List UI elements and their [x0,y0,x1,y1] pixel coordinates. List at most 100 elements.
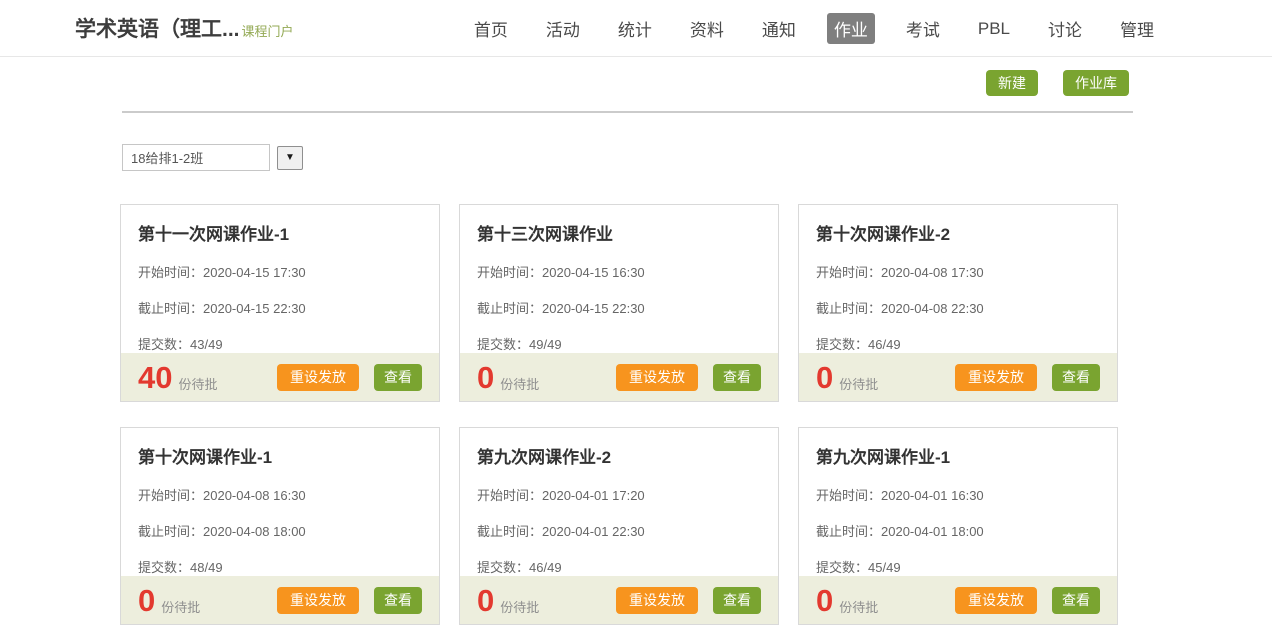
assignment-title: 第九次网课作业-2 [477,448,612,467]
submissions-value: 49/49 [529,337,562,352]
assignment-start-time: 开始时间：2020-04-15 17:30 [138,262,422,281]
pending-count: 0 [477,359,495,395]
assignment-card-body: 第十一次网课作业-1 开始时间：2020-04-15 17:30 截止时间：20… [121,205,439,353]
start-time-value: 2020-04-15 16:30 [542,265,645,280]
submissions-value: 43/49 [190,337,223,352]
assignment-end-time: 截止时间：2020-04-15 22:30 [138,298,422,317]
card-actions: 重设发放 查看 [277,363,422,391]
toolbar: 新建 作业库 [0,70,1272,96]
reset-distribute-button[interactable]: 重设发放 [616,586,698,614]
submissions-value: 46/49 [529,560,562,575]
submissions-label: 提交数： [138,337,191,352]
assignment-card-body: 第十次网课作业-1 开始时间：2020-04-08 16:30 截止时间：202… [121,428,439,576]
reset-distribute-button[interactable]: 重设发放 [955,363,1037,391]
assignment-card-body: 第十三次网课作业 开始时间：2020-04-15 16:30 截止时间：2020… [460,205,778,353]
assignment-end-time: 截止时间：2020-04-01 22:30 [477,521,761,540]
assignment-start-time: 开始时间：2020-04-15 16:30 [477,262,761,281]
assignment-card-footer: 0 份待批 重设发放 查看 [460,576,778,624]
class-select[interactable]: 18给排1-2班 [122,144,270,171]
reset-distribute-button[interactable]: 重设发放 [277,363,359,391]
reset-distribute-button[interactable]: 重设发放 [955,586,1037,614]
view-button[interactable]: 查看 [1052,586,1100,614]
nav-item-2[interactable]: 活动 [539,13,587,44]
nav-item-10[interactable]: 管理 [1113,13,1161,44]
assignment-title: 第十一次网课作业-1 [138,225,290,244]
pending-suffix-label: 份待批 [500,376,540,392]
assignment-submissions: 提交数：43/49 [138,334,422,353]
nav-item-4[interactable]: 资料 [683,13,731,44]
assignment-submissions: 提交数：46/49 [477,557,761,576]
pending-suffix-label: 份待批 [839,376,879,392]
assignment-card-footer: 0 份待批 重设发放 查看 [460,353,778,401]
pending-count: 40 [138,359,173,395]
card-actions: 重设发放 查看 [616,586,761,614]
class-select-value: 18给排1-2班 [131,151,204,166]
view-button[interactable]: 查看 [374,363,422,391]
new-assignment-button[interactable]: 新建 [986,70,1038,96]
chevron-down-icon: ▼ [285,151,295,163]
end-time-value: 2020-04-08 22:30 [881,301,984,316]
end-time-label: 截止时间： [138,301,204,316]
pending-suffix-label: 份待批 [178,376,218,392]
submissions-value: 46/49 [868,337,901,352]
assignment-submissions: 提交数：46/49 [816,334,1100,353]
page-title: 学术英语（理工... 课程门户 [75,13,294,43]
nav-item-9[interactable]: 讨论 [1041,13,1089,44]
assignment-library-button[interactable]: 作业库 [1063,70,1129,96]
main-nav: 首页 活动 统计 资料 通知 作业 考试 PBL 讨论 管理 [467,0,1161,57]
assignment-card-footer: 0 份待批 重设发放 查看 [121,576,439,624]
assignment-start-time: 开始时间：2020-04-08 17:30 [816,262,1100,281]
assignment-start-time: 开始时间：2020-04-01 17:20 [477,485,761,504]
assignment-card-footer: 40 份待批 重设发放 查看 [121,353,439,401]
assignment-title: 第十三次网课作业 [477,225,613,244]
start-time-label: 开始时间： [477,265,543,280]
submissions-label: 提交数： [138,560,191,575]
nav-item-7[interactable]: 考试 [899,13,947,44]
assignment-card: 第十次网课作业-2 开始时间：2020-04-08 17:30 截止时间：202… [798,204,1118,402]
start-time-label: 开始时间： [138,488,204,503]
end-time-value: 2020-04-08 18:00 [203,524,306,539]
view-button[interactable]: 查看 [713,363,761,391]
end-time-value: 2020-04-01 22:30 [542,524,645,539]
pending-count: 0 [816,359,834,395]
course-title: 学术英语（理工... [75,18,240,41]
class-filter: 18给排1-2班 ▼ [122,144,1272,171]
nav-item-8[interactable]: PBL [971,16,1017,42]
view-button[interactable]: 查看 [1052,363,1100,391]
end-time-value: 2020-04-15 22:30 [203,301,306,316]
end-time-label: 截止时间： [816,301,882,316]
assignment-submissions: 提交数：48/49 [138,557,422,576]
start-time-value: 2020-04-15 17:30 [203,265,306,280]
card-actions: 重设发放 查看 [277,586,422,614]
end-time-value: 2020-04-01 18:00 [881,524,984,539]
start-time-value: 2020-04-01 17:20 [542,488,645,503]
view-button[interactable]: 查看 [713,586,761,614]
end-time-label: 截止时间： [138,524,204,539]
pending-suffix-label: 份待批 [839,599,879,615]
assignment-card-footer: 0 份待批 重设发放 查看 [799,576,1117,624]
end-time-value: 2020-04-15 22:30 [542,301,645,316]
card-actions: 重设发放 查看 [955,586,1100,614]
nav-item-3[interactable]: 统计 [611,13,659,44]
class-select-dropdown-button[interactable]: ▼ [277,145,303,170]
assignment-title: 第十次网课作业-1 [138,448,273,467]
view-button[interactable]: 查看 [374,586,422,614]
reset-distribute-button[interactable]: 重设发放 [616,363,698,391]
nav-item-5[interactable]: 通知 [755,13,803,44]
start-time-label: 开始时间： [477,488,543,503]
start-time-label: 开始时间： [816,265,882,280]
submissions-label: 提交数： [816,337,869,352]
nav-item-1[interactable]: 首页 [467,13,515,44]
submissions-label: 提交数： [816,560,869,575]
course-portal-link[interactable]: 课程门户 [242,24,294,39]
card-actions: 重设发放 查看 [616,363,761,391]
submissions-value: 45/49 [868,560,901,575]
reset-distribute-button[interactable]: 重设发放 [277,586,359,614]
assignment-end-time: 截止时间：2020-04-08 18:00 [138,521,422,540]
nav-item-6[interactable]: 作业 [826,13,875,44]
assignment-card: 第九次网课作业-1 开始时间：2020-04-01 16:30 截止时间：202… [798,427,1118,625]
assignment-end-time: 截止时间：2020-04-08 22:30 [816,298,1100,317]
header: 学术英语（理工... 课程门户 首页 活动 统计 资料 通知 作业 考试 PBL … [0,0,1272,57]
start-time-label: 开始时间： [138,265,204,280]
assignment-grid: 第十一次网课作业-1 开始时间：2020-04-15 17:30 截止时间：20… [120,204,1118,625]
